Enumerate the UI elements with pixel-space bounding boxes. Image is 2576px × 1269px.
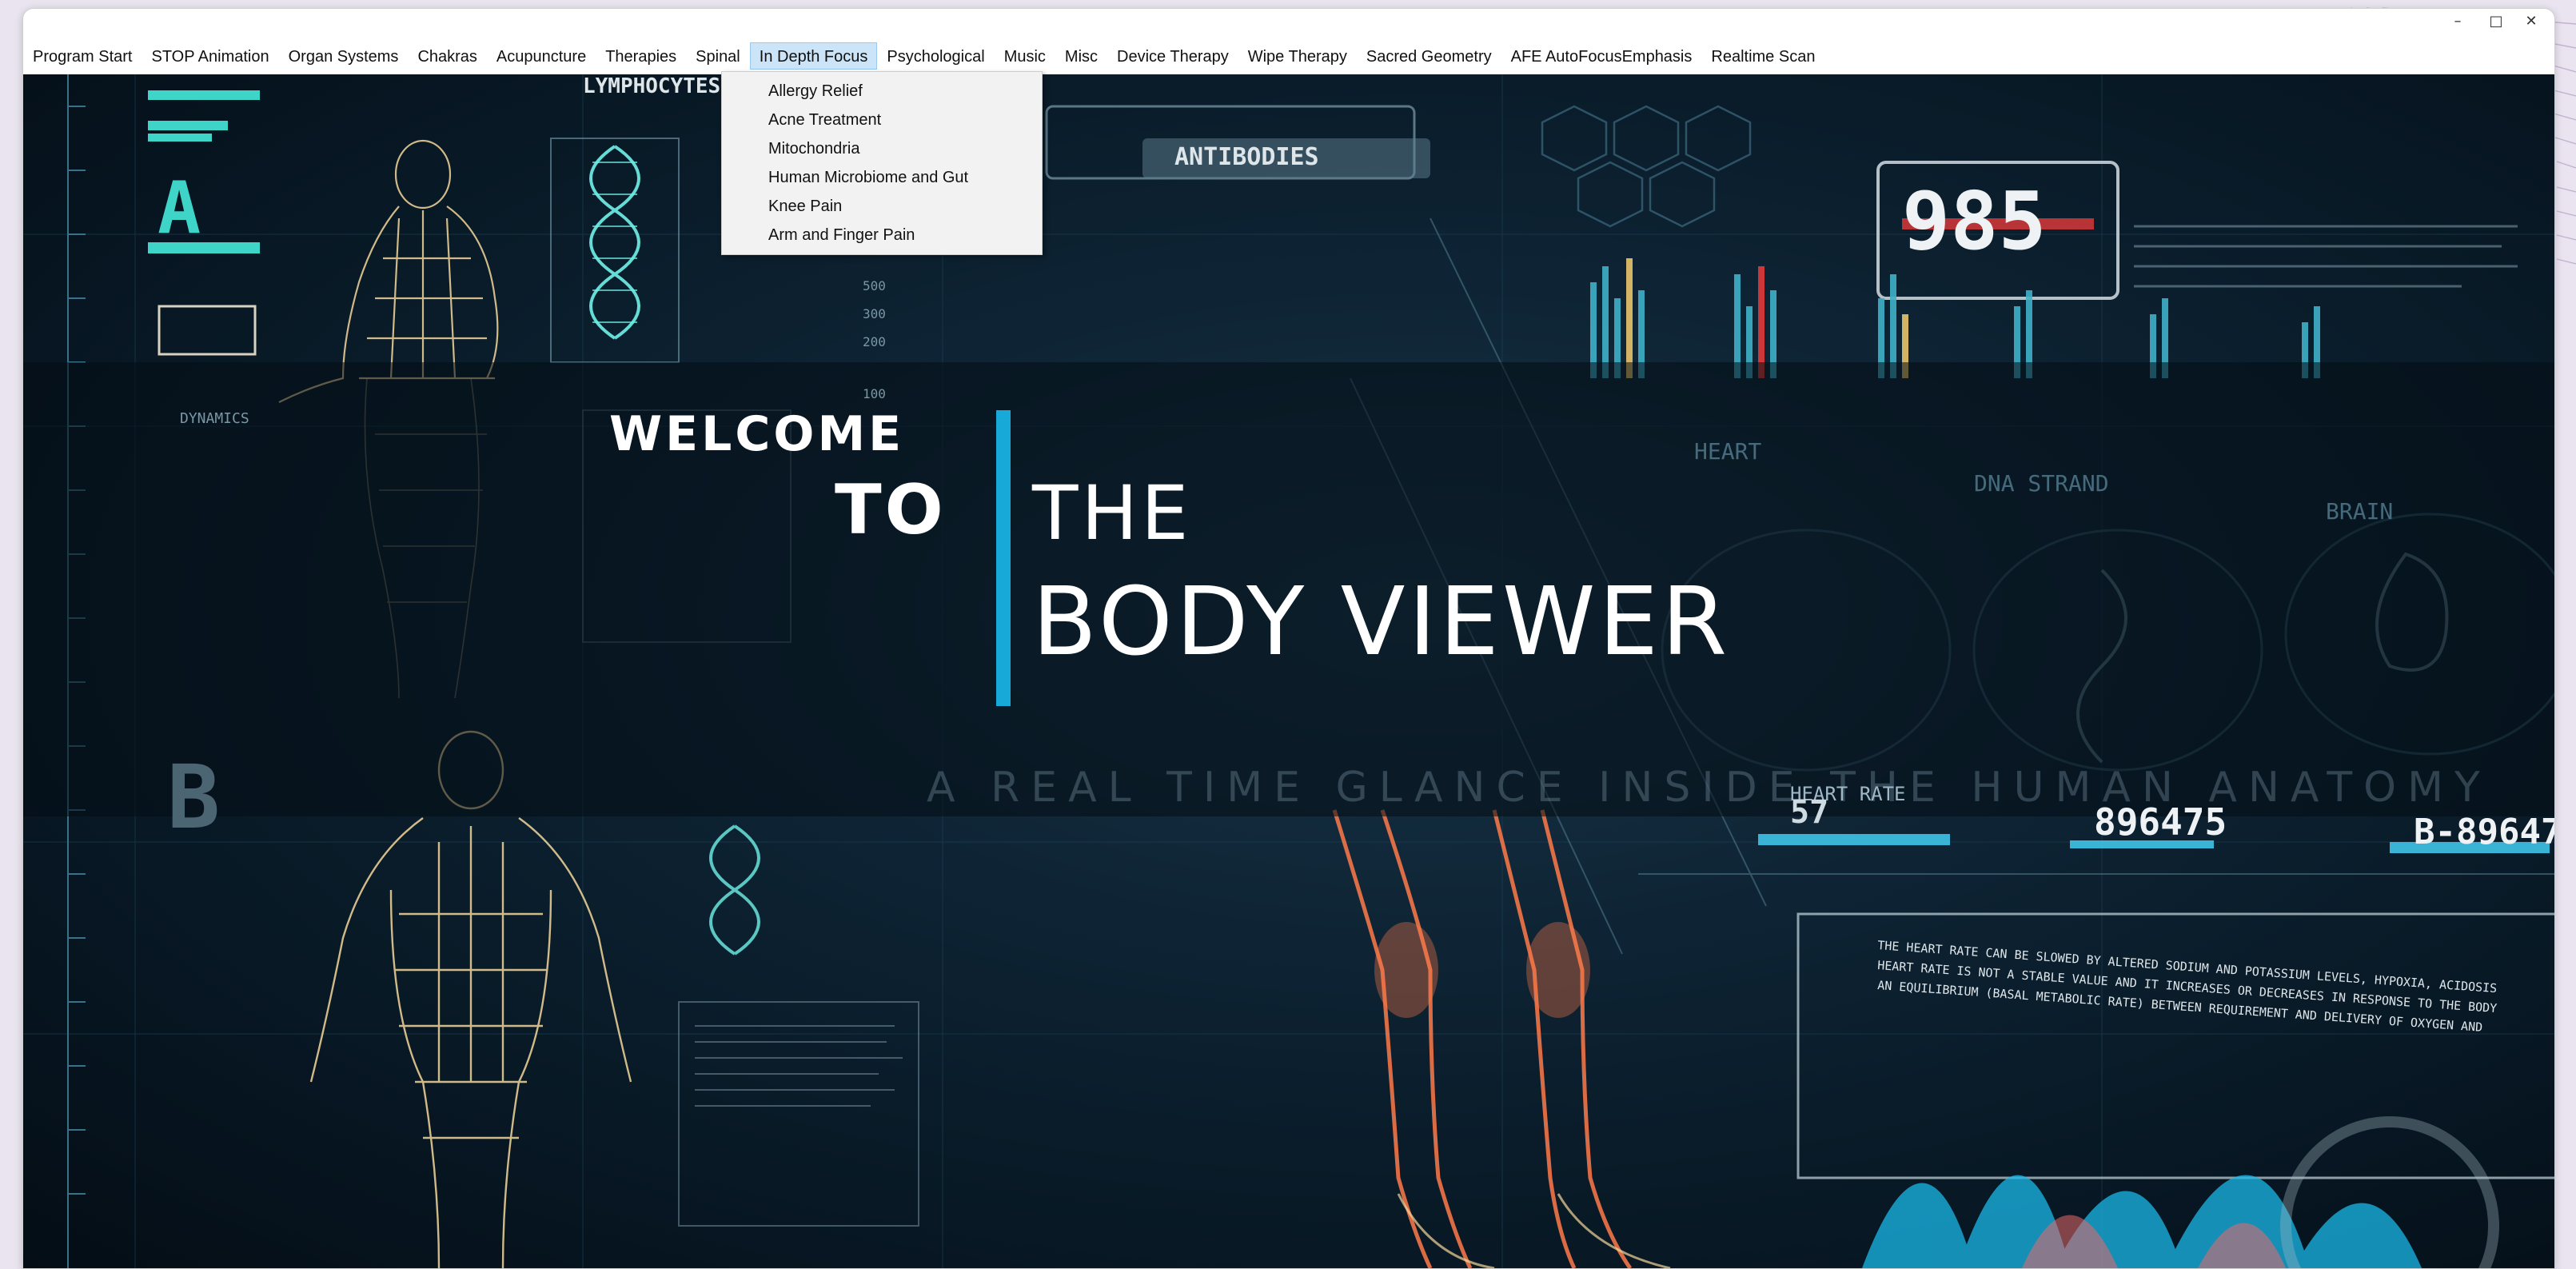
menu-acupuncture[interactable]: Acupuncture xyxy=(487,42,596,70)
hud-lymphocytes: LYMPHOCYTES xyxy=(583,74,721,98)
menu-bar: Program Start STOP Animation Organ Syste… xyxy=(23,38,2554,75)
app-window: – □ ✕ Program Start STOP Animation Organ… xyxy=(22,8,2555,1269)
menu-realtime-scan[interactable]: Realtime Scan xyxy=(1701,42,1824,70)
menu-organ-systems[interactable]: Organ Systems xyxy=(279,42,409,70)
accent-bar xyxy=(996,410,1011,706)
maximize-icon[interactable]: □ xyxy=(2478,10,2514,33)
menu-misc[interactable]: Misc xyxy=(1055,42,1107,70)
hud-brain-label: BRAIN xyxy=(2326,498,2394,525)
hud-counter: 985 xyxy=(1902,174,2047,268)
hud-letter-b: B xyxy=(167,746,221,848)
hud-antibodies: ANTIBODIES xyxy=(1174,143,1319,171)
hud-dynamics: DYNAMICS xyxy=(180,410,249,427)
body-viewer-text: BODY VIEWER xyxy=(1032,566,1731,676)
menu-psychological[interactable]: Psychological xyxy=(877,42,994,70)
menu-music[interactable]: Music xyxy=(995,42,1055,70)
dropdown-item-allergy-relief[interactable]: Allergy Relief xyxy=(722,77,1042,106)
menu-sacred-geometry[interactable]: Sacred Geometry xyxy=(1357,42,1501,70)
to-text: TO xyxy=(835,470,947,550)
dropdown-item-microbiome[interactable]: Human Microbiome and Gut xyxy=(722,163,1042,192)
dropdown-item-knee-pain[interactable]: Knee Pain xyxy=(722,192,1042,221)
menu-afe-autofocus[interactable]: AFE AutoFocusEmphasis xyxy=(1501,42,1702,70)
menu-spinal[interactable]: Spinal xyxy=(686,42,750,70)
welcome-text: WELCOME xyxy=(609,406,905,462)
minimize-icon[interactable]: – xyxy=(2439,10,2476,33)
hud-dna-label: DNA STRAND xyxy=(1974,470,2109,497)
menu-stop-animation[interactable]: STOP Animation xyxy=(142,42,278,70)
hud-heart-label: HEART xyxy=(1694,438,1762,465)
menu-in-depth-focus[interactable]: In Depth Focus xyxy=(749,42,878,70)
splash-view: 985 ANTIBODIES LYMPHOCYTES A B HEART RAT… xyxy=(23,74,2554,1268)
dropdown-item-arm-finger-pain[interactable]: Arm and Finger Pain xyxy=(722,221,1042,249)
menu-device-therapy[interactable]: Device Therapy xyxy=(1107,42,1238,70)
title-bar: – □ ✕ xyxy=(23,9,2554,38)
hud-code-2: B-89647 xyxy=(2414,812,2554,852)
hud-letter-a: A xyxy=(158,166,201,250)
in-depth-focus-dropdown: Allergy Relief Acne Treatment Mitochondr… xyxy=(721,71,1043,255)
hud-tick: 500 xyxy=(863,278,886,293)
menu-chakras[interactable]: Chakras xyxy=(408,42,486,70)
hud-tick: 300 xyxy=(863,306,886,321)
hud-tick: 100 xyxy=(863,386,886,401)
tagline-text: A REAL TIME GLANCE INSIDE THE HUMAN ANAT… xyxy=(927,764,2491,812)
dropdown-item-acne-treatment[interactable]: Acne Treatment xyxy=(722,106,1042,134)
dropdown-item-mitochondria[interactable]: Mitochondria xyxy=(722,134,1042,163)
menu-program-start[interactable]: Program Start xyxy=(23,42,142,70)
the-text: THE xyxy=(1032,470,1192,557)
close-icon[interactable]: ✕ xyxy=(2513,10,2550,33)
hud-tick: 200 xyxy=(863,334,886,349)
menu-therapies[interactable]: Therapies xyxy=(596,42,686,70)
menu-wipe-therapy[interactable]: Wipe Therapy xyxy=(1238,42,1357,70)
